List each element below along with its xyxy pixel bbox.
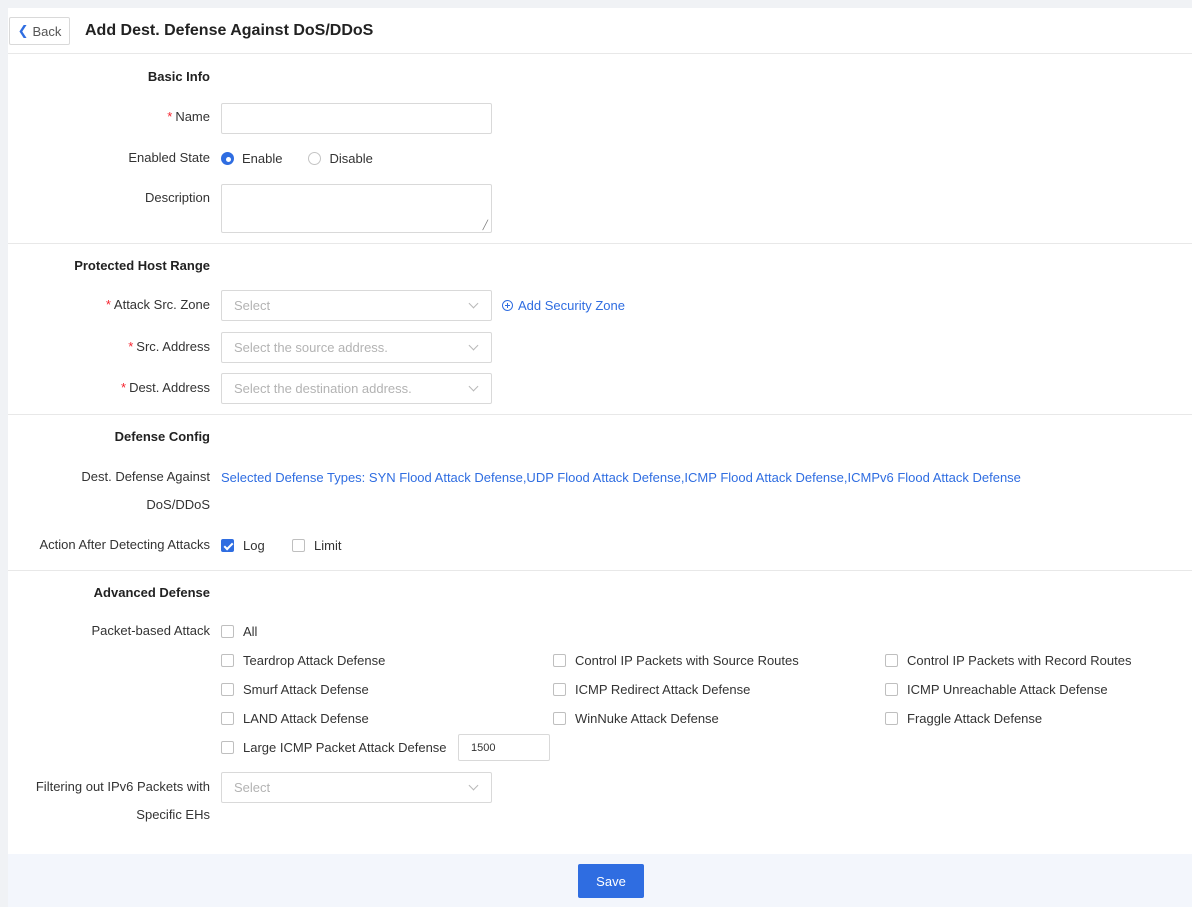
checkbox-checked-icon — [221, 539, 234, 552]
selected-defense-types-link[interactable]: Selected Defense Types: SYN Flood Attack… — [221, 470, 1021, 485]
footer: Save — [8, 854, 1192, 907]
dest-defense-label-line1: Dest. Defense Against — [81, 469, 210, 484]
record-routes-checkbox[interactable]: Control IP Packets with Record Routes — [885, 653, 1131, 668]
winnuke-checkbox[interactable]: WinNuke Attack Defense — [553, 711, 719, 726]
page: ❮ Back Add Dest. Defense Against DoS/DDo… — [8, 8, 1192, 907]
header: ❮ Back Add Dest. Defense Against DoS/DDo… — [8, 8, 1192, 54]
section-defense-config: Defense Config — [114, 429, 210, 444]
checkbox-unchecked-icon — [553, 654, 566, 667]
section-protected-host-range: Protected Host Range — [74, 258, 210, 273]
required-mark: * — [121, 380, 127, 395]
radio-checked-icon — [221, 152, 234, 165]
chevron-left-icon: ❮ — [17, 23, 29, 38]
checkbox-unchecked-icon — [221, 712, 234, 725]
teardrop-checkbox[interactable]: Teardrop Attack Defense — [221, 653, 385, 668]
page-title: Add Dest. Defense Against DoS/DDoS — [85, 22, 374, 39]
radio-unchecked-icon — [308, 152, 322, 165]
plus-circle-icon — [502, 300, 513, 311]
section-advanced-defense: Advanced Defense — [93, 585, 210, 600]
icmp-unreachable-checkbox[interactable]: ICMP Unreachable Attack Defense — [885, 682, 1108, 697]
large-icmp-size-input[interactable]: 1500 — [458, 734, 550, 761]
all-checkbox[interactable]: All — [221, 624, 257, 639]
large-icmp-checkbox[interactable]: Large ICMP Packet Attack Defense — [221, 740, 447, 755]
source-routes-checkbox[interactable]: Control IP Packets with Source Routes — [553, 653, 799, 668]
log-checkbox[interactable]: Log — [221, 538, 265, 553]
enable-radio[interactable]: Enable — [221, 151, 282, 166]
save-button[interactable]: Save — [578, 864, 644, 898]
required-mark: * — [167, 109, 173, 124]
ipv6-eh-label-line2: Specific EHs — [136, 807, 210, 822]
divider — [8, 570, 1192, 571]
checkbox-unchecked-icon — [885, 683, 898, 696]
checkbox-unchecked-icon — [553, 712, 566, 725]
back-label: Back — [32, 23, 62, 39]
dest-address-select[interactable]: Select the destination address. — [221, 373, 492, 404]
smurf-checkbox[interactable]: Smurf Attack Defense — [221, 682, 369, 697]
back-button[interactable]: ❮ Back — [9, 17, 70, 45]
checkbox-unchecked-icon — [292, 539, 305, 552]
description-textarea[interactable]: ╱ — [221, 184, 492, 233]
fraggle-checkbox[interactable]: Fraggle Attack Defense — [885, 711, 1042, 726]
required-mark: * — [105, 297, 111, 312]
action-after-attacks-label: Action After Detecting Attacks — [39, 537, 210, 552]
src-address-label: * Src. Address — [128, 339, 210, 354]
chevron-down-icon — [468, 780, 479, 791]
ipv6-eh-select[interactable]: Select — [221, 772, 492, 803]
ipv6-eh-label-line1: Filtering out IPv6 Packets with — [35, 779, 210, 794]
checkbox-unchecked-icon — [885, 654, 898, 667]
disable-radio[interactable]: Disable — [308, 151, 373, 166]
dest-defense-label-line2: DoS/DDoS — [146, 497, 210, 512]
dest-address-label: * Dest. Address — [121, 380, 210, 395]
src-address-select[interactable]: Select the source address. — [221, 332, 492, 363]
enabled-state-radio-group: Enable Disable — [221, 151, 373, 166]
required-mark: * — [128, 339, 134, 354]
section-basic-info: Basic Info — [147, 69, 210, 84]
attack-src-zone-select[interactable]: Select — [221, 290, 492, 321]
land-checkbox[interactable]: LAND Attack Defense — [221, 711, 369, 726]
checkbox-unchecked-icon — [221, 741, 234, 754]
checkbox-unchecked-icon — [553, 683, 566, 696]
name-label: * Name — [167, 109, 210, 124]
icmp-redirect-checkbox[interactable]: ICMP Redirect Attack Defense — [553, 682, 750, 697]
chevron-down-icon — [468, 298, 479, 309]
checkbox-unchecked-icon — [221, 683, 234, 696]
name-input[interactable] — [221, 103, 492, 134]
chevron-down-icon — [468, 381, 479, 392]
divider — [8, 243, 1192, 244]
packet-based-attack-label: Packet-based Attack — [91, 623, 210, 638]
divider — [8, 414, 1192, 415]
checkbox-unchecked-icon — [221, 625, 234, 638]
enabled-state-label: Enabled State — [128, 150, 210, 165]
description-label: Description — [144, 190, 210, 205]
limit-checkbox[interactable]: Limit — [292, 538, 341, 553]
add-security-zone-link[interactable]: Add Security Zone — [502, 298, 625, 313]
chevron-down-icon — [468, 340, 479, 351]
checkbox-unchecked-icon — [885, 712, 898, 725]
attack-src-zone-label: * Attack Src. Zone — [105, 297, 210, 312]
checkbox-unchecked-icon — [221, 654, 234, 667]
resize-handle-icon[interactable]: ╱ — [483, 220, 488, 231]
